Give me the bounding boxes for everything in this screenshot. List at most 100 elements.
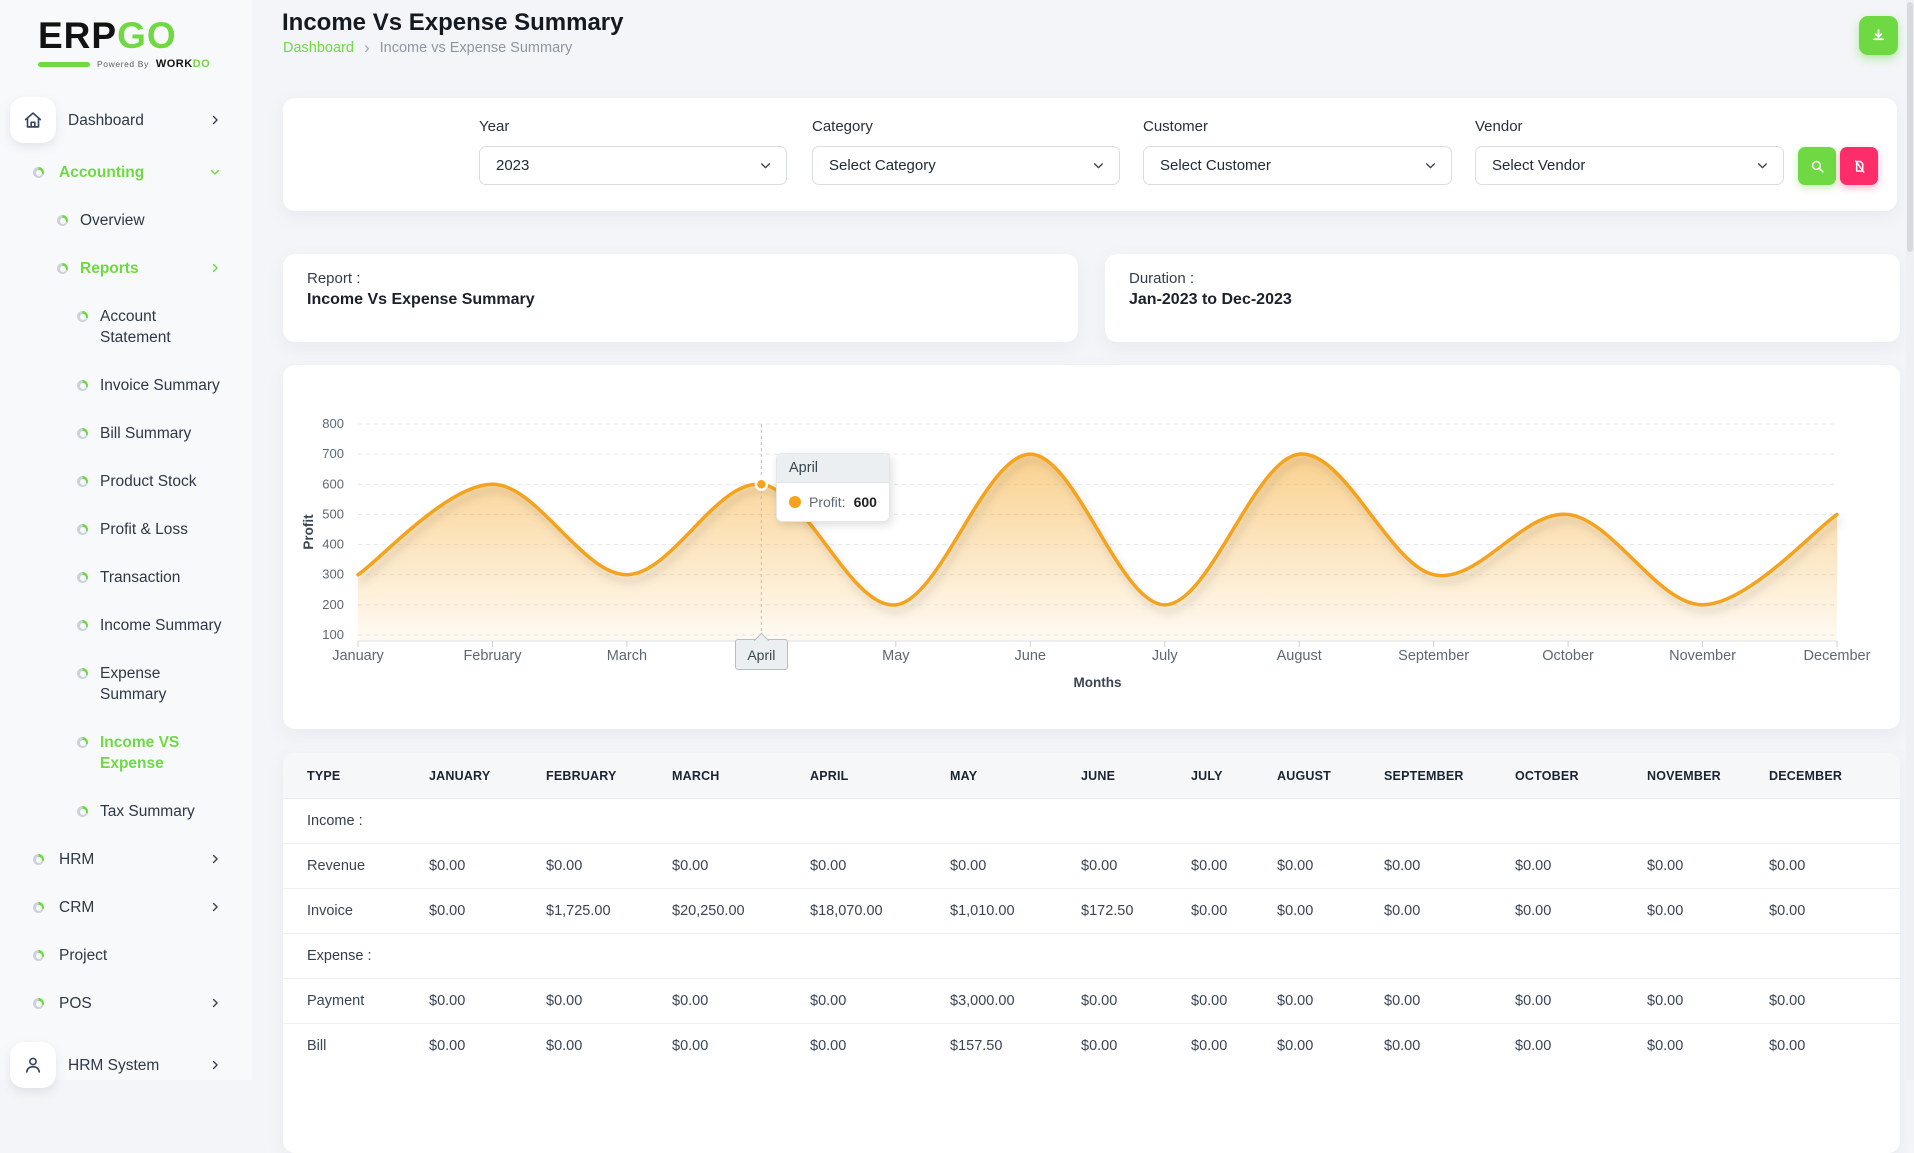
- user-icon: [10, 1042, 56, 1088]
- sidebar-item-profit-loss[interactable]: Profit & Loss: [0, 519, 252, 540]
- amount-cell: $0.00: [405, 888, 522, 934]
- brand-logo: ERPGO Powered By WORKDO: [0, 0, 252, 70]
- amount-cell: $1,725.00: [522, 888, 648, 934]
- filter-panel: Year 2023 Category Select Category Custo…: [283, 98, 1897, 211]
- category-select[interactable]: Select Category: [812, 146, 1120, 185]
- amount-cell: $0.00: [1360, 888, 1491, 934]
- profit-chart-card: 100 200 300 400 500 600 700 800 January February M…: [283, 365, 1900, 729]
- svg-text:August: August: [1277, 648, 1322, 664]
- amount-cell: $0.00: [786, 1023, 926, 1068]
- chevron-right-icon: [212, 998, 218, 1008]
- sidebar-item-income-summary[interactable]: Income Summary: [0, 615, 252, 636]
- profit-area-chart[interactable]: 100 200 300 400 500 600 700 800 January February M…: [283, 365, 1900, 729]
- sidebar-item-accounting[interactable]: Accounting: [0, 162, 252, 183]
- sidebar-item-pos[interactable]: POS: [0, 993, 252, 1014]
- income-expense-table: TYPE JANUARY FEBRUARY MARCH APRIL MAY JUNE JULY…: [283, 753, 1900, 1068]
- bullet-icon: [57, 215, 68, 226]
- column-header: JUNE: [1057, 753, 1167, 799]
- column-header: JANUARY: [405, 753, 522, 799]
- chevron-right-icon: [212, 854, 218, 864]
- table-row: Invoice $0.00 $1,725.00 $20,250.00 $18,070.0…: [283, 888, 1900, 934]
- sidebar-nav: Dashboard Accounting Overview Reports Accoun…: [0, 96, 252, 1089]
- table-section-row: Expense :: [283, 933, 1900, 979]
- sidebar: ERPGO Powered By WORKDO Dashboard Account…: [0, 0, 252, 1088]
- page-scrollbar[interactable]: [1906, 0, 1914, 1080]
- income-expense-table-card: TYPE JANUARY FEBRUARY MARCH APRIL MAY JUNE JULY…: [283, 753, 1900, 1153]
- amount-cell: $0.00: [1623, 978, 1745, 1024]
- vendor-label: Vendor: [1475, 118, 1523, 135]
- sidebar-item-hrm-system[interactable]: HRM System: [0, 1041, 252, 1089]
- bullet-icon: [33, 998, 44, 1009]
- download-button[interactable]: [1859, 16, 1898, 55]
- chevron-down-icon: [210, 169, 220, 175]
- sidebar-item-invoice-summary[interactable]: Invoice Summary: [0, 375, 252, 396]
- amount-cell: $0.00: [1491, 888, 1623, 934]
- sidebar-item-project[interactable]: Project: [0, 945, 252, 966]
- table-row: Revenue $0.00 $0.00 $0.00 $0.00 $0.00 $0.00 $0.…: [283, 843, 1900, 889]
- amount-cell: $0.00: [1167, 888, 1253, 934]
- sidebar-item-tax-summary[interactable]: Tax Summary: [0, 801, 252, 822]
- table-body: Income : Revenue $0.00 $0.00 $0.00 $0.00 $0.00…: [283, 799, 1900, 1068]
- column-header: FEBRUARY: [522, 753, 648, 799]
- chevron-right-icon: [212, 263, 218, 273]
- table-section-row: Income :: [307, 813, 363, 829]
- report-card: Report : Income Vs Expense Summary: [283, 254, 1078, 342]
- sidebar-item-expense-summary[interactable]: Expense Summary: [0, 663, 252, 705]
- amount-cell: $0.00: [1491, 978, 1623, 1024]
- search-button[interactable]: [1798, 147, 1836, 185]
- scrollbar-thumb[interactable]: [1907, 2, 1913, 252]
- reset-filter-button[interactable]: [1840, 147, 1878, 185]
- category-label: Category: [812, 118, 873, 135]
- logo-underline: [38, 61, 90, 67]
- year-label: Year: [479, 118, 510, 135]
- column-header: MAY: [926, 753, 1057, 799]
- bullet-icon: [33, 902, 44, 913]
- sidebar-item-income-vs-expense[interactable]: Income VS Expense: [0, 732, 252, 774]
- chevron-down-icon: [1094, 163, 1103, 169]
- download-icon: [1873, 29, 1884, 41]
- column-header: AUGUST: [1253, 753, 1360, 799]
- sidebar-item-overview[interactable]: Overview: [0, 210, 252, 231]
- amount-cell: $0.00: [405, 843, 522, 889]
- svg-text:800: 800: [322, 416, 344, 431]
- amount-cell: $20,250.00: [648, 888, 786, 934]
- bullet-icon: [77, 476, 88, 487]
- svg-text:Profit: Profit: [301, 514, 316, 550]
- page-title: Income Vs Expense Summary: [282, 9, 624, 36]
- breadcrumb: Dashboard › Income vs Expense Summary: [283, 39, 573, 56]
- svg-text:January: January: [332, 648, 384, 664]
- chevron-right-icon: [212, 902, 218, 912]
- search-icon: [1811, 160, 1824, 173]
- svg-text:Months: Months: [1074, 675, 1122, 690]
- amount-cell: $0.00: [1167, 978, 1253, 1024]
- svg-text:September: September: [1398, 648, 1469, 664]
- column-header: MARCH: [648, 753, 786, 799]
- selected-data-point: [754, 477, 769, 492]
- svg-text:December: December: [1804, 648, 1871, 664]
- series-marker-icon: [789, 496, 801, 508]
- bullet-icon: [77, 668, 88, 679]
- sidebar-item-hrm[interactable]: HRM: [0, 849, 252, 870]
- customer-select[interactable]: Select Customer: [1143, 146, 1452, 185]
- sidebar-item-account-statement[interactable]: Account Statement: [0, 306, 252, 348]
- bullet-icon: [77, 737, 88, 748]
- chevron-down-icon: [1426, 163, 1435, 169]
- sidebar-item-transaction[interactable]: Transaction: [0, 567, 252, 588]
- column-header: SEPTEMBER: [1360, 753, 1491, 799]
- sidebar-item-reports[interactable]: Reports: [0, 258, 252, 279]
- bullet-icon: [33, 167, 44, 178]
- amount-cell: $0.00: [1623, 888, 1745, 934]
- year-select[interactable]: 2023: [479, 146, 787, 185]
- amount-cell: $0.00: [1360, 978, 1491, 1024]
- breadcrumb-current: Income vs Expense Summary: [379, 40, 573, 56]
- logo-go: GO: [117, 15, 177, 56]
- vendor-select[interactable]: Select Vendor: [1475, 146, 1784, 185]
- sidebar-item-bill-summary[interactable]: Bill Summary: [0, 423, 252, 444]
- amount-cell: $0.00: [1057, 1023, 1167, 1068]
- duration-label: Duration :: [1129, 270, 1195, 287]
- sidebar-item-dashboard[interactable]: Dashboard: [0, 96, 252, 144]
- sidebar-item-product-stock[interactable]: Product Stock: [0, 471, 252, 492]
- sidebar-item-crm[interactable]: CRM: [0, 897, 252, 918]
- breadcrumb-dashboard-link[interactable]: Dashboard: [283, 40, 354, 56]
- amount-cell: $0.00: [1253, 888, 1360, 934]
